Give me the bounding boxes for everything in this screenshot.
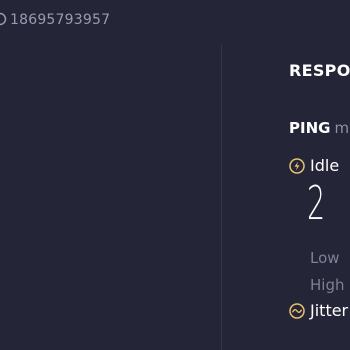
jitter-row: Jitter bbox=[289, 301, 348, 320]
link-icon bbox=[0, 12, 8, 26]
ping-label: PING bbox=[289, 119, 331, 137]
idle-row: Idle bbox=[289, 156, 339, 175]
idle-high-label: High bbox=[310, 276, 345, 294]
ping-unit: ms bbox=[334, 119, 350, 137]
wave-circle-icon bbox=[289, 302, 305, 319]
idle-ping-value: 2 bbox=[307, 176, 326, 230]
section-title: RESPONSIVENESS bbox=[289, 61, 350, 80]
result-id[interactable]: 18695793957 bbox=[0, 12, 110, 28]
jitter-label: Jitter bbox=[310, 301, 349, 320]
speedtest-result-page: 18695793957 RESPONSIVENESS PINGms Idle 2… bbox=[0, 0, 350, 350]
result-id-text: 18695793957 bbox=[10, 12, 111, 28]
ping-heading: PINGms bbox=[289, 118, 350, 137]
bolt-circle-icon bbox=[289, 157, 305, 174]
idle-label: Idle bbox=[310, 156, 340, 175]
idle-low-label: Low bbox=[310, 249, 340, 267]
column-divider bbox=[221, 44, 222, 350]
